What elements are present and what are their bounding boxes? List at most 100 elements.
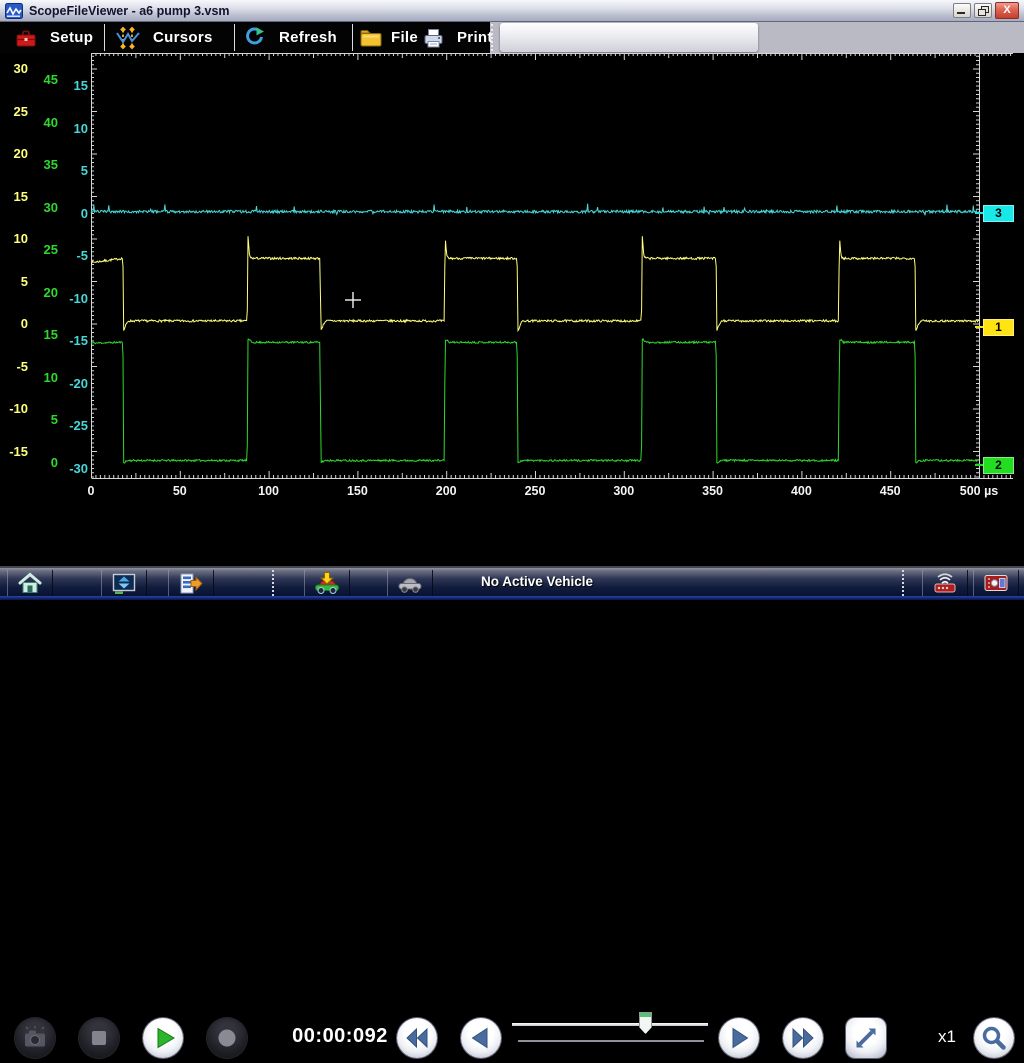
window-controls: X bbox=[953, 2, 1019, 19]
file-label: File bbox=[391, 29, 418, 46]
trace-channel-2 bbox=[91, 339, 979, 463]
y-axis-label-ch3: 15 bbox=[48, 78, 88, 94]
trace-channel-1 bbox=[91, 236, 979, 330]
vehicle-status-label: No Active Vehicle bbox=[437, 574, 637, 589]
app-icon bbox=[5, 3, 23, 19]
rewind-button[interactable] bbox=[397, 1018, 437, 1058]
y-axis-label-ch3: -10 bbox=[48, 291, 88, 307]
toolbar-empty-band bbox=[500, 23, 758, 52]
waveform-plot[interactable] bbox=[0, 53, 1024, 505]
toolbar-grip[interactable] bbox=[491, 24, 497, 51]
x-axis-label: 100 bbox=[237, 484, 301, 498]
bottom-edge-strip bbox=[0, 596, 1024, 600]
camera-icon bbox=[15, 1018, 55, 1058]
toolbox-icon bbox=[14, 26, 38, 50]
scope-module-button[interactable] bbox=[973, 570, 1019, 596]
taskbar-separator bbox=[902, 570, 904, 596]
play-icon bbox=[143, 1018, 183, 1058]
x-axis-label: 500 µs bbox=[947, 484, 1011, 498]
step-back-button[interactable] bbox=[461, 1018, 501, 1058]
y-axis-label-ch3: 10 bbox=[48, 121, 88, 137]
stop-icon bbox=[79, 1018, 119, 1058]
channel-flag-tick bbox=[975, 326, 983, 328]
restore-button[interactable] bbox=[974, 3, 992, 18]
playback-control-bar: 00:00:092 bbox=[0, 505, 1024, 566]
print-button[interactable]: Print bbox=[419, 22, 490, 53]
x-axis-label: 300 bbox=[592, 484, 656, 498]
channel-flag-tick bbox=[975, 212, 983, 214]
double-left-arrow-icon bbox=[397, 1018, 437, 1058]
vehicle-arrow-icon bbox=[313, 571, 341, 595]
minimize-button[interactable] bbox=[953, 3, 971, 18]
snapshot-button[interactable] bbox=[15, 1018, 55, 1058]
left-arrow-icon bbox=[461, 1018, 501, 1058]
x-axis-label: 400 bbox=[769, 484, 833, 498]
record-button[interactable] bbox=[207, 1018, 247, 1058]
vehicle-connect-button[interactable] bbox=[304, 570, 350, 596]
seek-slider-track[interactable] bbox=[512, 1023, 708, 1026]
setup-button[interactable]: Setup bbox=[0, 22, 104, 53]
y-axis-label-ch3: -5 bbox=[48, 248, 88, 264]
y-axis-label-ch3: -30 bbox=[48, 461, 88, 477]
setup-label: Setup bbox=[50, 29, 93, 46]
step-forward-button[interactable] bbox=[719, 1018, 759, 1058]
expand-button[interactable] bbox=[846, 1018, 886, 1058]
y-axis-label-ch3: 0 bbox=[48, 206, 88, 222]
title-bar: ScopeFileViewer - a6 pump 3.vsm X bbox=[0, 0, 1024, 22]
toolbar: Setup Cursors bbox=[0, 22, 1024, 53]
y-axis-label-ch3: -25 bbox=[48, 418, 88, 434]
channel-flag-3[interactable]: 3 bbox=[983, 205, 1014, 222]
refresh-icon bbox=[243, 26, 267, 50]
cursors-icon bbox=[115, 26, 141, 50]
taskbar: No Active Vehicle bbox=[0, 566, 1024, 596]
y-axis-label-ch3: -15 bbox=[48, 333, 88, 349]
records-button[interactable] bbox=[168, 570, 214, 596]
zoom-level-label: x1 bbox=[925, 1027, 969, 1047]
x-axis-label: 450 bbox=[858, 484, 922, 498]
fast-forward-button[interactable] bbox=[783, 1018, 823, 1058]
list-arrow-icon bbox=[178, 572, 204, 595]
play-button[interactable] bbox=[143, 1018, 183, 1058]
right-arrow-icon bbox=[719, 1018, 759, 1058]
file-button[interactable]: File bbox=[353, 22, 419, 53]
refresh-button[interactable]: Refresh bbox=[235, 22, 352, 53]
home-icon bbox=[17, 572, 43, 595]
folder-icon bbox=[359, 26, 383, 50]
magnifier-icon bbox=[974, 1018, 1014, 1058]
module-icon bbox=[982, 571, 1010, 595]
x-axis-label: 150 bbox=[325, 484, 389, 498]
screen-arrows-icon bbox=[111, 572, 137, 595]
printer-icon bbox=[421, 26, 445, 50]
expand-icon bbox=[846, 1018, 886, 1058]
x-axis-label: 350 bbox=[681, 484, 745, 498]
close-button[interactable]: X bbox=[995, 2, 1019, 19]
taskbar-separator bbox=[272, 570, 274, 596]
x-axis-label: 250 bbox=[503, 484, 567, 498]
stop-button[interactable] bbox=[79, 1018, 119, 1058]
channel-flag-2[interactable]: 2 bbox=[983, 457, 1014, 474]
toolbar-button-group: Setup Cursors bbox=[0, 22, 490, 53]
wireless-device-icon bbox=[931, 571, 959, 595]
cursors-button[interactable]: Cursors bbox=[105, 22, 234, 53]
wireless-scope-button[interactable] bbox=[922, 570, 968, 596]
y-axis-label-ch3: -20 bbox=[48, 376, 88, 392]
print-label: Print bbox=[457, 29, 493, 46]
seek-slider-thumb[interactable] bbox=[639, 1012, 652, 1034]
zoom-button[interactable] bbox=[974, 1018, 1014, 1058]
car-icon bbox=[396, 571, 424, 595]
y-axis-label-ch3: 5 bbox=[48, 163, 88, 179]
vehicle-button[interactable] bbox=[387, 570, 433, 596]
oscilloscope-display: 302520151050-5-10-1545403530252015105015… bbox=[0, 53, 1024, 505]
data-exchange-button[interactable] bbox=[101, 570, 147, 596]
time-display: 00:00:092 bbox=[292, 1025, 388, 1048]
home-button[interactable] bbox=[7, 570, 53, 596]
refresh-label: Refresh bbox=[279, 29, 337, 46]
cursors-label: Cursors bbox=[153, 29, 213, 46]
record-icon bbox=[207, 1018, 247, 1058]
x-axis-label: 0 bbox=[59, 484, 123, 498]
double-right-arrow-icon bbox=[783, 1018, 823, 1058]
channel-flag-tick bbox=[975, 464, 983, 466]
window-title: ScopeFileViewer - a6 pump 3.vsm bbox=[29, 4, 953, 18]
channel-flag-1[interactable]: 1 bbox=[983, 319, 1014, 336]
x-axis-label: 50 bbox=[148, 484, 212, 498]
